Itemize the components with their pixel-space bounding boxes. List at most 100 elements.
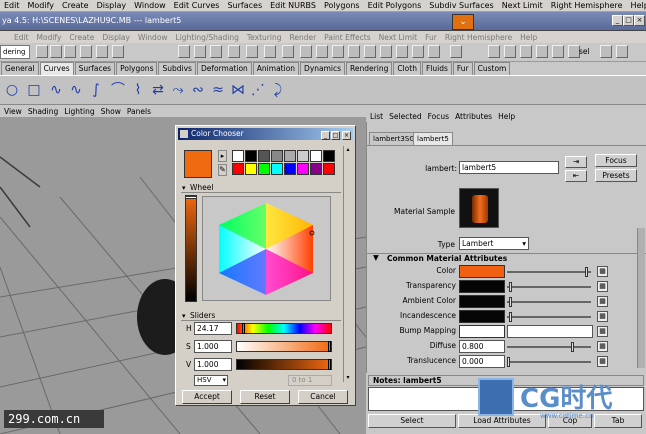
rebuild-icon[interactable]: ⋰ (250, 81, 266, 99)
palette-swatch[interactable] (245, 150, 257, 162)
type-select[interactable]: Lambert ▾ (459, 237, 529, 250)
scroll-down-icon[interactable]: ▾ (344, 374, 352, 382)
select-hierarchy-icon[interactable] (80, 45, 92, 58)
menu-edit-nurbs[interactable]: Edit NURBS (270, 1, 316, 10)
presets-button[interactable]: Presets (595, 169, 637, 182)
value-slider-h[interactable] (236, 359, 332, 370)
attr-menu-selected[interactable]: Selected (389, 112, 422, 121)
menu-help[interactable]: Help (631, 1, 646, 10)
tool-9-icon[interactable] (504, 45, 516, 58)
menu2-window[interactable]: Window (138, 33, 168, 42)
transparency-swatch[interactable] (459, 280, 505, 293)
tool-8-icon[interactable] (488, 45, 500, 58)
palette-swatch[interactable] (271, 150, 283, 162)
palette-swatch[interactable] (310, 163, 322, 175)
shelf-tab-subdivs[interactable]: Subdivs (158, 62, 196, 75)
tool-6-icon[interactable] (412, 45, 424, 58)
history-icon[interactable] (246, 45, 258, 58)
incandescence-slider[interactable] (507, 312, 591, 322)
minimize-icon[interactable]: _ (321, 131, 330, 140)
value-slider[interactable] (185, 195, 197, 302)
shelf-tab-deformation[interactable]: Deformation (196, 62, 252, 75)
menu2-edit[interactable]: Edit (14, 33, 29, 42)
menu2-fur[interactable]: Fur (425, 33, 437, 42)
maximize-icon[interactable]: □ (331, 131, 340, 140)
palette-swatch[interactable] (245, 163, 257, 175)
slider-knob[interactable] (508, 297, 512, 307)
tool-5-icon[interactable] (396, 45, 408, 58)
menu-right-hemisphere[interactable]: Right Hemisphere (551, 1, 623, 10)
menu-next-limit[interactable]: Next Limit (502, 1, 543, 10)
map-texture-icon[interactable]: ▦ (597, 266, 608, 277)
slider-knob[interactable] (508, 282, 512, 292)
shelf-tab-custom[interactable]: Custom (473, 62, 511, 75)
mode-select[interactable]: HSV ▾ (194, 375, 228, 386)
palette-swatch[interactable] (232, 163, 244, 175)
h-field[interactable]: 24.17 (194, 322, 232, 335)
map-texture-icon[interactable]: ▦ (597, 296, 608, 307)
panel-menu-lighting[interactable]: Lighting (64, 107, 94, 116)
focus-arrow-icon[interactable]: ⇥ (565, 156, 587, 168)
wheel-section[interactable]: ▾ Wheel (181, 183, 341, 193)
open-scene-icon[interactable] (50, 45, 62, 58)
minimize-icon[interactable]: _ (612, 15, 623, 26)
snap-curve-icon[interactable] (194, 45, 206, 58)
saturation-slider[interactable] (236, 341, 332, 352)
maximize-icon[interactable]: □ (623, 15, 634, 26)
color-slider[interactable] (507, 267, 591, 277)
shelf-tab-general[interactable]: General (1, 62, 39, 75)
menu-edit[interactable]: Edit (4, 1, 20, 10)
menu-edit-curves[interactable]: Edit Curves (174, 1, 220, 10)
select-component-icon[interactable] (112, 45, 124, 58)
palette-swatch[interactable] (297, 163, 309, 175)
menu-create[interactable]: Create (62, 1, 89, 10)
panel-menu-view[interactable]: View (4, 107, 22, 116)
shelf-tab-surfaces[interactable]: Surfaces (74, 62, 116, 75)
scroll-up-icon[interactable]: ▴ (344, 146, 352, 154)
tool-2-icon[interactable] (348, 45, 360, 58)
ep-curve-icon[interactable]: ∿ (68, 81, 84, 99)
map-texture-icon[interactable]: ▦ (597, 311, 608, 322)
color-wheel-area[interactable] (202, 196, 331, 301)
palette-swatch[interactable] (297, 150, 309, 162)
new-scene-icon[interactable] (36, 45, 48, 58)
shelf-tab-fur[interactable]: Fur (452, 62, 473, 75)
mode-select[interactable]: dering (0, 45, 30, 59)
attr-scrollbar[interactable] (637, 228, 645, 368)
menu2-texturing[interactable]: Texturing (247, 33, 282, 42)
focus-button[interactable]: Focus (595, 154, 637, 167)
fillet-icon[interactable]: ⌇ (130, 81, 146, 99)
palette-swatch[interactable] (271, 163, 283, 175)
tool-4-icon[interactable] (380, 45, 392, 58)
palette-swatch[interactable] (284, 150, 296, 162)
shelf-tab-fluids[interactable]: Fluids (421, 62, 452, 75)
menu-window[interactable]: Window (134, 1, 166, 10)
square-curve-icon[interactable]: □ (26, 81, 42, 99)
menu2-paint-effects[interactable]: Paint Effects (324, 33, 370, 42)
menu-surfaces[interactable]: Surfaces (227, 1, 262, 10)
ipr-icon[interactable] (282, 45, 294, 58)
map-texture-icon[interactable]: ▦ (597, 356, 608, 367)
map-texture-icon[interactable]: ▦ (597, 341, 608, 352)
tool-11-icon[interactable] (536, 45, 548, 58)
arc-icon[interactable]: ⌒ (110, 81, 126, 99)
panel-menu-panels[interactable]: Panels (127, 107, 151, 116)
shelf-tab-cloth[interactable]: Cloth (393, 62, 421, 75)
tool-0-icon[interactable] (316, 45, 328, 58)
eyedropper-icon[interactable]: ✎ (218, 164, 227, 176)
shelf-tab-dynamics[interactable]: Dynamics (300, 62, 346, 75)
slider-knob[interactable] (585, 267, 589, 277)
shelf-tab-rendering[interactable]: Rendering (346, 62, 393, 75)
panel-menu-shading[interactable]: Shading (28, 107, 58, 116)
menu2-display[interactable]: Display (102, 33, 130, 42)
tool-7-icon[interactable] (428, 45, 440, 58)
load-attributes-button[interactable]: Load Attributes (458, 414, 546, 428)
snap-grid-icon[interactable] (178, 45, 190, 58)
sliders-section[interactable]: ▾ Sliders (181, 311, 341, 321)
diffuse-slider[interactable] (507, 342, 591, 352)
save-scene-icon[interactable] (64, 45, 76, 58)
extend-icon[interactable]: ≈ (210, 81, 226, 99)
attach-curves-icon[interactable]: ⇄ (150, 81, 166, 99)
palette-swatch[interactable] (258, 150, 270, 162)
menu2-lighting-shading[interactable]: Lighting/Shading (176, 33, 239, 42)
